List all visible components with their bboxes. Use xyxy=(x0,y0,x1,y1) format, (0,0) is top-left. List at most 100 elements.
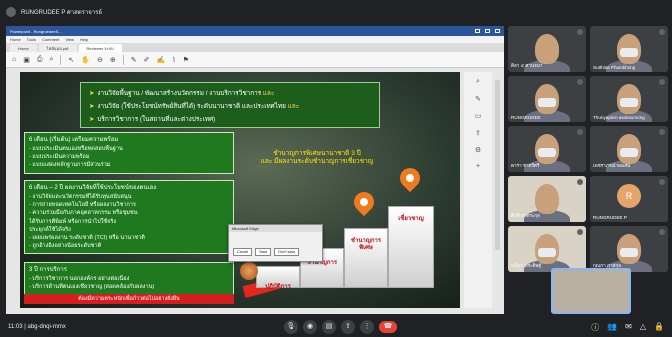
edit-icon: ✎ xyxy=(475,96,481,103)
participant-name: ดิลา ๔ ศานจนา xyxy=(511,63,543,68)
sign-icon: ✍ xyxy=(156,56,166,64)
participant-tile[interactable]: Thunyaporn asoksumong xyxy=(590,76,668,122)
viewer-scrollbar xyxy=(495,80,500,250)
activities-icon[interactable]: △ xyxy=(640,322,646,333)
comment-icon: ✎ xyxy=(130,56,137,64)
mic-off-icon xyxy=(577,29,583,35)
participant-tile[interactable]: ดิลา ๔ ศานจนา xyxy=(508,26,586,72)
participant-name: RUNGRUDEE P xyxy=(593,215,627,220)
dialog-title: Microsoft Edge xyxy=(229,225,322,232)
participant-tile[interactable]: ปวีณา ประดิษฐ์ xyxy=(508,226,586,272)
present-icon[interactable]: ⇧ xyxy=(341,320,355,334)
tab-file: ไฟล์แนบ.pdf xyxy=(38,44,77,52)
window-controls xyxy=(475,29,500,33)
mic-off-icon xyxy=(659,179,665,185)
end-call-icon[interactable]: ☎ xyxy=(379,321,397,333)
viewer-tabs: Home ไฟล์แนบ.pdf Reviewer ระบบ xyxy=(6,43,504,52)
box-six-months: 6 เดือน (เริ่มต้น) เตรียมความพร้อม - แบบ… xyxy=(24,132,234,174)
participant-name: เพชราภรณ์ พลเสน xyxy=(593,163,631,168)
step-label-3: ชำนาญการพิเศษ xyxy=(350,238,382,251)
step-label-4: เชี่ยวชาญ xyxy=(398,216,424,222)
stamp-icon: ⚑ xyxy=(182,56,189,64)
highlight-icon: ✐ xyxy=(143,56,150,64)
lock-icon[interactable]: 🔒 xyxy=(654,322,664,333)
mic-off-icon xyxy=(659,29,665,35)
people-icon[interactable]: 👥 xyxy=(607,322,617,333)
mic-off-icon xyxy=(577,79,583,85)
menu-comment: Comment xyxy=(42,37,60,42)
menu-view: View xyxy=(65,37,74,42)
meeting-controls-bar: 11:03 | abg-dnqi-mmx 🎙 ◉ ▤ ⇧ ⋮ ☎ ⓘ 👥 ✉ △… xyxy=(0,317,672,337)
slide-header-box: ➤ งานวิจัยพื้นฐาน / พัฒนาสร้างนวัตกรรม / … xyxy=(80,82,380,128)
more-options-icon[interactable]: ⋮ xyxy=(360,320,374,334)
menu-help: Help xyxy=(79,37,89,42)
chat-icon[interactable]: ✉ xyxy=(625,322,632,333)
document-area: ➤ งานวิจัยพื้นฐาน / พัฒนาสร้างนวัตกรรม / … xyxy=(6,68,504,314)
participant-tile[interactable]: Sutthisa Phumkhong xyxy=(590,26,668,72)
dialog-dont-save-button: Don't save xyxy=(274,248,300,256)
home-icon: ⌂ xyxy=(12,56,17,63)
maximize-icon xyxy=(485,29,490,33)
presenter-avatar xyxy=(6,7,16,17)
cursor-icon: ↖ xyxy=(68,56,75,64)
participant-tile[interactable]: ศักดิ์ ลาตระกุล xyxy=(508,176,586,222)
meet-window: RUNGRUDEE P ศาสตราจารย์ Powerpoint - Run… xyxy=(0,0,672,337)
checkmark-icon: ➤ xyxy=(89,90,95,97)
captions-icon[interactable]: ▤ xyxy=(322,320,336,334)
camera-icon[interactable]: ◉ xyxy=(303,320,317,334)
menu-home: Home xyxy=(10,37,21,42)
side-controls: ⓘ 👥 ✉ △ 🔒 xyxy=(591,322,664,333)
participant-tile[interactable]: RUNGRUDEE xyxy=(508,76,586,122)
tab-reviewer: Reviewer ระบบ xyxy=(78,44,122,52)
participant-tile[interactable]: กุณภา ภาสกุล xyxy=(590,226,668,272)
mic-off-icon xyxy=(577,129,583,135)
info-icon[interactable]: ⓘ xyxy=(591,322,599,333)
participant-tile[interactable]: ดารา ชาตรีศรี xyxy=(508,126,586,172)
attach-icon: ⌇ xyxy=(172,56,176,64)
dialog-cancel-button: Cancel xyxy=(233,248,253,256)
comment-icon: ▭ xyxy=(474,113,482,120)
shared-screen: Powerpoint - RungruedeeS... Home Tools C… xyxy=(6,26,504,314)
participant-tile[interactable]: เพชราภรณ์ พลเสน xyxy=(590,126,668,172)
close-icon xyxy=(495,29,500,33)
mic-off-icon xyxy=(659,79,665,85)
print-icon: ⎙ xyxy=(36,55,43,63)
search-icon: ⌕ xyxy=(476,78,480,85)
save-icon: ▣ xyxy=(23,56,30,64)
call-controls: 🎙 ◉ ▤ ⇧ ⋮ ☎ xyxy=(284,320,397,334)
viewer-side-panel: ⌕ ✎ ▭ ⇪ ⚙ + xyxy=(464,72,492,308)
presenter-bar: RUNGRUDEE P ศาสตราจารย์ xyxy=(6,4,102,20)
step-label-1: ปฏิบัติการ xyxy=(265,284,291,290)
participant-name: Thunyaporn asoksumong xyxy=(593,115,645,120)
checkmark-icon: ➤ xyxy=(89,116,95,123)
participant-tile[interactable]: R RUNGRUDEE P xyxy=(590,176,668,222)
menu-tools: Tools xyxy=(26,37,37,42)
search-icon: ⌕ xyxy=(49,55,54,63)
meeting-info: 11:03 | abg-dnqi-mmx xyxy=(8,324,66,330)
viewer-titlebar: Powerpoint - RungruedeeS... xyxy=(6,26,504,36)
presenter-label: RUNGRUDEE P ศาสตราจารย์ xyxy=(21,10,102,16)
mic-off-icon xyxy=(659,129,665,135)
checkmark-icon: ➤ xyxy=(89,103,95,110)
settings-icon: ⚙ xyxy=(474,147,482,154)
mic-off-icon xyxy=(577,229,583,235)
meeting-code: abg-dnqi-mmx xyxy=(27,324,66,330)
meeting-time: 11:03 xyxy=(8,324,23,330)
plus-icon: + xyxy=(475,163,481,170)
tab-home: Home xyxy=(10,44,37,52)
minimize-icon xyxy=(475,29,480,33)
participant-name: Sutthisa Phumkhong xyxy=(593,65,636,70)
slide-caption: ชำนาญการพิเศษนานาชาติ 3 ปี และ มีผลงานระ… xyxy=(260,150,374,165)
mic-icon[interactable]: 🎙 xyxy=(284,320,298,334)
participant-name: ดารา ชาตรีศรี xyxy=(511,163,540,168)
participant-name: RUNGRUDEE xyxy=(511,115,541,120)
self-view-tile[interactable] xyxy=(551,268,631,314)
hand-icon: ✋ xyxy=(81,56,90,64)
mic-off-icon xyxy=(577,179,583,185)
slide-footer-banner: ต้องมีความตระหนักเพื่อก้าวต่อไปอย่างยั่ง… xyxy=(24,294,234,304)
bronze-medal-icon xyxy=(240,262,258,280)
dialog-save-button: Save xyxy=(255,248,272,256)
save-dialog: Microsoft Edge Cancel Save Don't save xyxy=(228,224,323,262)
viewer-menubar: Home Tools Comment View Help xyxy=(6,36,504,43)
participant-name: ศักดิ์ ลาตระกุล xyxy=(511,213,540,218)
